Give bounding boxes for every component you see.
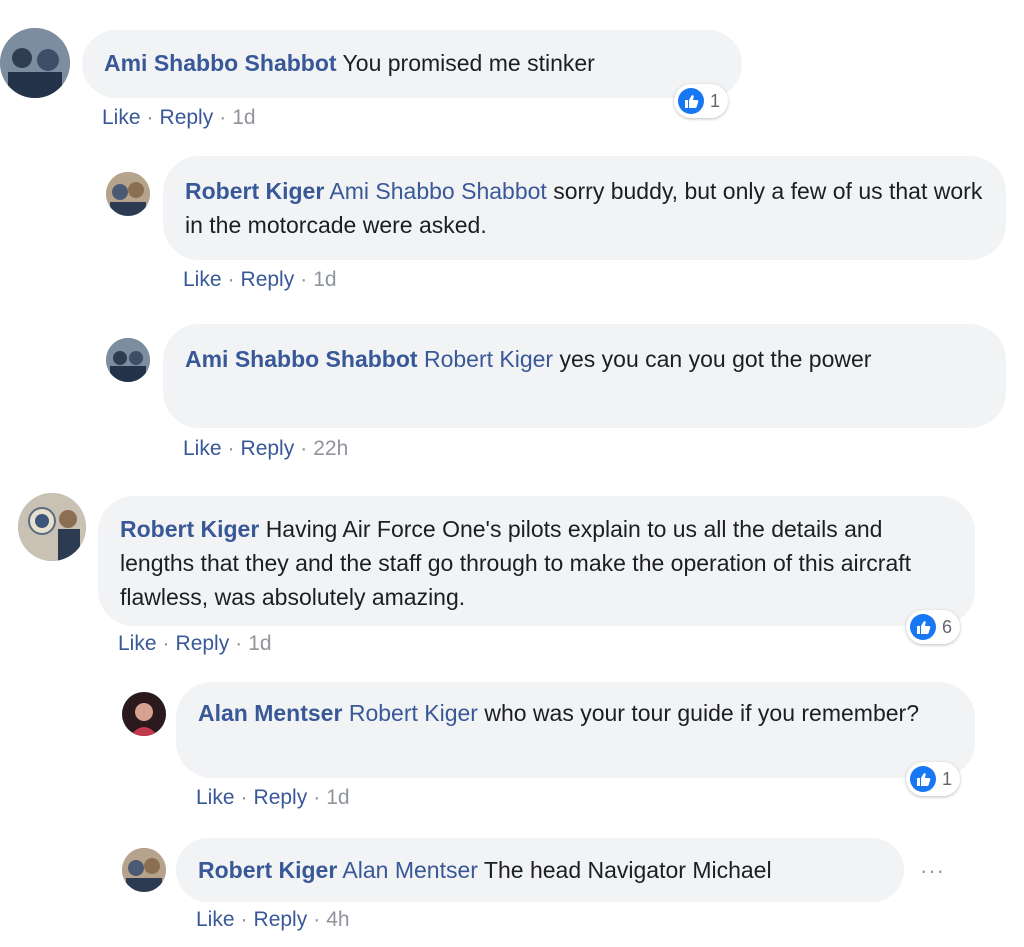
- like-thumb-icon: [678, 88, 704, 114]
- comment-author[interactable]: Robert Kiger: [120, 516, 259, 542]
- reply-link[interactable]: Reply: [254, 786, 308, 809]
- comment-bubble: Robert Kiger Having Air Force One's pilo…: [98, 496, 975, 626]
- reaction-number: 6: [942, 616, 953, 637]
- reply-link[interactable]: Reply: [160, 106, 214, 129]
- reply-link[interactable]: Reply: [241, 437, 295, 460]
- reply-link[interactable]: Reply: [254, 908, 308, 931]
- timestamp[interactable]: 4h: [326, 908, 349, 931]
- comment-text: who was your tour guide if you remember?: [484, 700, 919, 726]
- comment-author[interactable]: Alan Mentser: [198, 700, 342, 726]
- avatar[interactable]: [106, 172, 150, 216]
- like-link[interactable]: Like: [118, 632, 157, 655]
- comment-actions: Like · Reply · 1d: [102, 106, 256, 129]
- comment-actions: Like · Reply · 4h: [196, 908, 350, 931]
- reaction-count[interactable]: 6: [906, 610, 961, 644]
- like-thumb-icon: [910, 766, 936, 792]
- avatar[interactable]: [106, 338, 150, 382]
- avatar[interactable]: [122, 692, 166, 736]
- comment-bubble: Robert Kiger Ami Shabbo Shabbot sorry bu…: [163, 156, 1006, 260]
- comment-actions: Like · Reply · 1d: [196, 786, 350, 809]
- comment-actions: Like · Reply · 1d: [183, 268, 337, 291]
- timestamp[interactable]: 22h: [313, 437, 348, 460]
- comment-text: The head Navigator Michael: [483, 857, 772, 883]
- like-thumb-icon: [910, 614, 936, 640]
- reply-link[interactable]: Reply: [241, 268, 295, 291]
- like-link[interactable]: Like: [183, 268, 222, 291]
- avatar[interactable]: [122, 848, 166, 892]
- comment-bubble: Alan Mentser Robert Kiger who was your t…: [176, 682, 975, 778]
- reaction-count[interactable]: 1: [674, 84, 729, 118]
- comment-author[interactable]: Robert Kiger: [198, 857, 337, 883]
- like-link[interactable]: Like: [102, 106, 141, 129]
- avatar[interactable]: [0, 28, 70, 98]
- like-link[interactable]: Like: [196, 908, 235, 931]
- mention-link[interactable]: Robert Kiger: [349, 700, 478, 726]
- mention-link[interactable]: Ami Shabbo Shabbot: [329, 178, 546, 204]
- mention-link[interactable]: Alan Mentser: [342, 857, 478, 883]
- more-options-icon[interactable]: ···: [920, 858, 945, 884]
- comment-text: yes you can you got the power: [559, 346, 872, 372]
- avatar[interactable]: [18, 493, 86, 561]
- timestamp[interactable]: 1d: [313, 268, 336, 291]
- reply-link[interactable]: Reply: [176, 632, 230, 655]
- reaction-number: 1: [942, 768, 953, 789]
- timestamp[interactable]: 1d: [326, 786, 349, 809]
- comment-actions: Like · Reply · 22h: [183, 437, 349, 460]
- reaction-number: 1: [710, 90, 721, 111]
- comment-bubble: Ami Shabbo Shabbot You promised me stink…: [82, 30, 742, 98]
- like-link[interactable]: Like: [183, 437, 222, 460]
- comment-bubble: Robert Kiger Alan Mentser The head Navig…: [176, 838, 904, 902]
- timestamp[interactable]: 1d: [232, 106, 255, 129]
- comment-author[interactable]: Robert Kiger: [185, 178, 324, 204]
- reaction-count[interactable]: 1: [906, 762, 961, 796]
- timestamp[interactable]: 1d: [248, 632, 271, 655]
- comment-bubble: Ami Shabbo Shabbot Robert Kiger yes you …: [163, 324, 1006, 428]
- comment-author[interactable]: Ami Shabbo Shabbot: [185, 346, 418, 372]
- comment-text: You promised me stinker: [342, 50, 595, 76]
- like-link[interactable]: Like: [196, 786, 235, 809]
- comment-actions: Like · Reply · 1d: [118, 632, 272, 655]
- mention-link[interactable]: Robert Kiger: [424, 346, 553, 372]
- comment-author[interactable]: Ami Shabbo Shabbot: [104, 50, 337, 76]
